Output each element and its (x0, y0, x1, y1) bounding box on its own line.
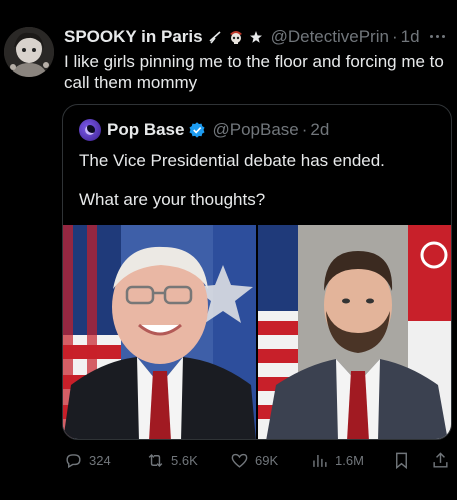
quoted-text-line-2: What are your thoughts? (79, 190, 266, 209)
quoted-separator-dot: · (301, 120, 308, 139)
share-icon (433, 451, 448, 468)
star-icon (249, 31, 262, 43)
more-options-icon[interactable] (430, 28, 452, 44)
bookmark-icon (396, 452, 407, 469)
display-name[interactable]: SPOOKY in Paris (64, 27, 203, 47)
quoted-tweet[interactable]: Pop Base @PopBase · 2d The Vice Presiden… (62, 104, 452, 440)
timestamp[interactable]: 1d (401, 27, 420, 47)
quoted-tweet-text: The Vice Presidential debate has ended. … (79, 151, 439, 210)
heart-icon (231, 453, 248, 468)
quoted-timestamp[interactable]: 2d (310, 120, 329, 140)
verified-badge-icon (189, 122, 206, 138)
portrait-image-left (63, 225, 256, 439)
portrait-image-right (258, 225, 451, 439)
share-button[interactable] (431, 450, 450, 470)
tweet[interactable]: SPOOKY in Paris @DetectivePrin · 1d I li… (0, 0, 457, 500)
quoted-tweet-header: Pop Base @PopBase · 2d (79, 119, 329, 141)
quoted-avatar[interactable] (79, 119, 101, 141)
tweet-text: I like girls pinning me to the floor and… (64, 52, 444, 92)
name-emoji-group (207, 28, 265, 46)
media-grid (63, 225, 451, 439)
reply-button[interactable]: 324 (64, 450, 111, 470)
separator-dot: · (391, 27, 398, 46)
repost-count: 5.6K (171, 452, 198, 468)
quoted-handle[interactable]: @PopBase (212, 120, 298, 140)
repost-icon (148, 453, 163, 467)
photo-left[interactable] (63, 225, 256, 439)
quoted-text-line-1: The Vice Presidential debate has ended. (79, 151, 385, 170)
tweet-header: SPOOKY in Paris @DetectivePrin · 1d (64, 26, 420, 48)
like-count: 69K (255, 452, 279, 468)
reply-count: 324 (89, 452, 111, 468)
bookmark-button[interactable] (392, 450, 411, 470)
avatar[interactable] (4, 27, 54, 77)
pirate-skull-icon (229, 31, 242, 44)
avatar-image (4, 27, 54, 77)
handle[interactable]: @DetectivePrin (271, 27, 389, 47)
view-count: 1.6M (335, 452, 364, 468)
views-button[interactable]: 1.6M (310, 450, 364, 470)
like-button[interactable]: 69K (230, 450, 278, 470)
photo-right[interactable] (258, 225, 451, 439)
repost-button[interactable]: 5.6K (146, 450, 198, 470)
scissors-icon (209, 31, 221, 44)
action-bar: 324 5.6K 69K 1.6M (62, 450, 457, 470)
quoted-display-name[interactable]: Pop Base (107, 120, 184, 140)
reply-icon (66, 453, 81, 468)
views-chart-icon (313, 454, 327, 467)
